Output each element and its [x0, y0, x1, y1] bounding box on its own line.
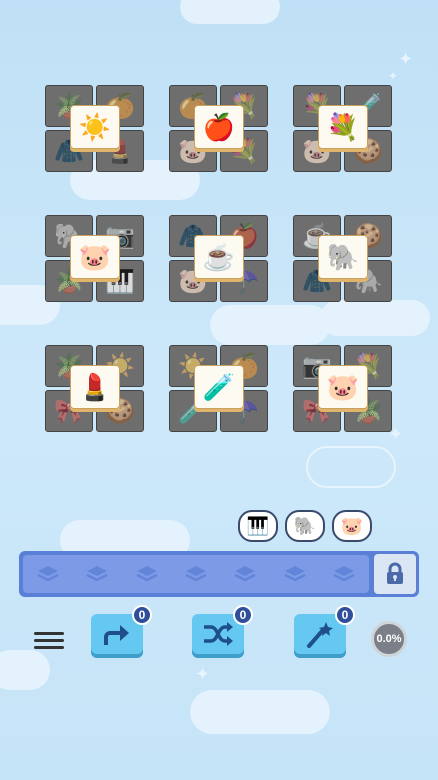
empty-slot-icon	[284, 566, 306, 582]
open-tile-bouquet[interactable]: 💐	[318, 105, 368, 149]
empty-slot-icon	[333, 566, 355, 582]
shuffle-count-badge: 0	[233, 605, 253, 625]
shuffle-button[interactable]: 0	[192, 605, 253, 654]
cloud-decoration	[320, 300, 430, 336]
tile-stack: 🧥 🍎 🐷 ☂️ ☕	[169, 215, 269, 303]
pig-icon: 🐷	[78, 241, 112, 272]
preview-chip-pig: 🐷	[332, 510, 372, 542]
progress-indicator: 0.0%	[371, 621, 407, 657]
elephant-icon: 🐘	[326, 241, 360, 272]
open-tile-sun[interactable]: ☀️	[70, 105, 120, 149]
lock-icon	[387, 562, 403, 584]
open-tile-apple[interactable]: 🍎	[194, 105, 244, 149]
tile-stack: 🐘 📷 🪴 🎹 🐷	[45, 215, 145, 303]
tile-stack: 🪴 🍊 🧥 💄 ☀️	[45, 85, 145, 173]
empty-slot-icon	[37, 566, 59, 582]
piano-icon: 🎹	[246, 515, 270, 536]
tile-stack: ☀️ 🍊 🧪 ☂️ 🧪	[169, 345, 269, 433]
cloud-decoration	[190, 690, 330, 734]
sun-icon: ☀️	[78, 111, 112, 142]
bouquet-icon: 💐	[326, 111, 360, 142]
cloud-outline-decoration	[306, 446, 396, 488]
star-decoration: ✦	[398, 49, 414, 69]
locked-slot[interactable]	[374, 554, 416, 594]
undo-count-badge: 0	[132, 605, 152, 625]
star-decoration: ✦	[388, 69, 399, 83]
progress-label: 0.0%	[376, 633, 402, 645]
open-tile-cosmetics[interactable]: 💄	[70, 365, 120, 409]
open-tile-pig[interactable]: 🐷	[318, 365, 368, 409]
empty-slot-icon	[185, 566, 207, 582]
cloud-decoration	[180, 0, 280, 24]
magic-button[interactable]: 0	[294, 605, 355, 654]
preview-chip-elephant: 🐘	[285, 510, 325, 542]
tile-stack: ☕ 🍪 🧥 🐘 🐘	[293, 215, 393, 303]
tile-stack: 💐 🧪 🐷 🍪 💐	[293, 85, 393, 173]
menu-icon-line	[34, 632, 64, 635]
cosmetics-icon: 💄	[78, 371, 112, 402]
undo-button[interactable]: 0	[91, 605, 152, 654]
potion-icon: 🧪	[202, 371, 236, 402]
tile-stack: 🍊 💐 🐷 💐 🍎	[169, 85, 269, 173]
coffee-icon: ☕	[202, 241, 236, 272]
pig-icon: 🐷	[340, 515, 364, 536]
undo-arrow-icon	[104, 625, 129, 645]
open-tile-elephant[interactable]: 🐘	[318, 235, 368, 279]
elephant-icon: 🐘	[293, 515, 317, 536]
menu-icon-line	[34, 639, 64, 642]
star-decoration: ✦	[195, 664, 211, 684]
magic-wand-icon	[307, 622, 333, 648]
menu-button[interactable]	[34, 628, 64, 653]
open-tile-pig[interactable]: 🐷	[70, 235, 120, 279]
tile-slot-bar	[19, 551, 419, 597]
preview-chip-piano: 🎹	[238, 510, 278, 542]
apple-icon: 🍎	[202, 111, 236, 142]
open-tile-potion[interactable]: 🧪	[194, 365, 244, 409]
shuffle-icon	[204, 622, 233, 646]
magic-count-badge: 0	[335, 605, 355, 625]
open-tile-coffee[interactable]: ☕	[194, 235, 244, 279]
tile-stack: 📷 💐 🎀 🪴 🐷	[293, 345, 393, 433]
cloud-decoration	[0, 650, 50, 690]
empty-slot-icon	[234, 566, 256, 582]
empty-slot-icon	[135, 566, 158, 582]
pig-icon: 🐷	[326, 371, 360, 402]
cloud-decoration	[210, 305, 330, 345]
menu-icon-line	[34, 646, 64, 649]
empty-slot-icon	[86, 566, 108, 582]
tile-stack: 🪴 ☀️ 🎀 🍪 💄	[45, 345, 145, 433]
slot-track	[23, 555, 369, 593]
